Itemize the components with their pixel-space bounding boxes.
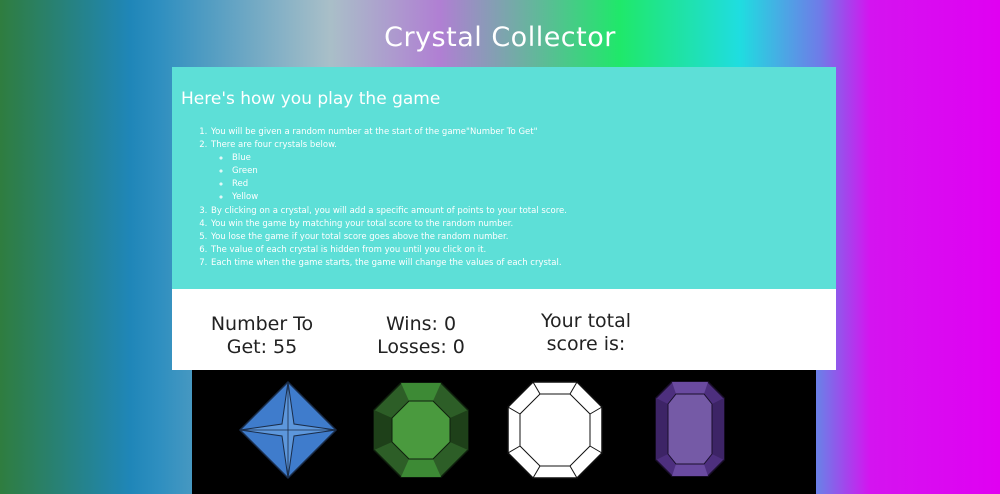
white-crystal[interactable] <box>506 380 604 484</box>
instructions-list: You will be given a random number at the… <box>181 126 827 270</box>
purple-crystal[interactable] <box>654 380 726 482</box>
total-score: Your total score is: <box>524 310 648 356</box>
green-crystal-icon <box>373 382 469 478</box>
number-to-get-line2: Get: 55 <box>226 336 298 358</box>
instruction-step: By clicking on a crystal, you will add a… <box>210 205 827 218</box>
blue-crystal[interactable] <box>238 380 338 484</box>
wins-counter: Wins: 0 <box>385 313 457 335</box>
white-crystal-icon <box>507 381 603 479</box>
instruction-step-text: There are four crystals below. <box>211 140 337 151</box>
number-to-get-line1: Number To <box>210 313 314 335</box>
page-title: Crystal Collector <box>384 22 616 53</box>
green-crystal[interactable] <box>372 381 470 483</box>
instruction-step: The value of each crystal is hidden from… <box>210 244 827 257</box>
instruction-step: You will be given a random number at the… <box>210 126 827 139</box>
crystal-color-item: Blue <box>231 152 827 165</box>
instruction-step: Each time when the game starts, the game… <box>210 257 827 270</box>
instruction-step: You win the game by matching your total … <box>210 218 827 231</box>
win-loss-record: Wins: 0 Losses: 0 <box>372 313 470 359</box>
number-to-get: Number To Get: 55 <box>200 313 324 359</box>
crystal-color-item: Red <box>231 178 827 191</box>
crystal-color-item: Green <box>231 165 827 178</box>
crystal-color-list: Blue Green Red Yellow <box>211 152 827 204</box>
crystal-color-item: Yellow <box>231 191 827 204</box>
instructions-panel: Here's how you play the game You will be… <box>172 67 836 289</box>
total-score-line1: Your total <box>540 310 632 332</box>
instruction-step: You lose the game if your total score go… <box>210 231 827 244</box>
instruction-step: There are four crystals below. Blue Gree… <box>210 139 827 204</box>
purple-crystal-icon <box>655 381 725 477</box>
instructions-heading: Here's how you play the game <box>181 89 441 109</box>
total-score-line2: score is: <box>546 333 626 355</box>
blue-crystal-icon <box>238 380 338 480</box>
score-panel: Number To Get: 55 Wins: 0 Losses: 0 Your… <box>172 289 836 370</box>
crystal-board <box>192 370 816 494</box>
losses-counter: Losses: 0 <box>377 336 465 358</box>
